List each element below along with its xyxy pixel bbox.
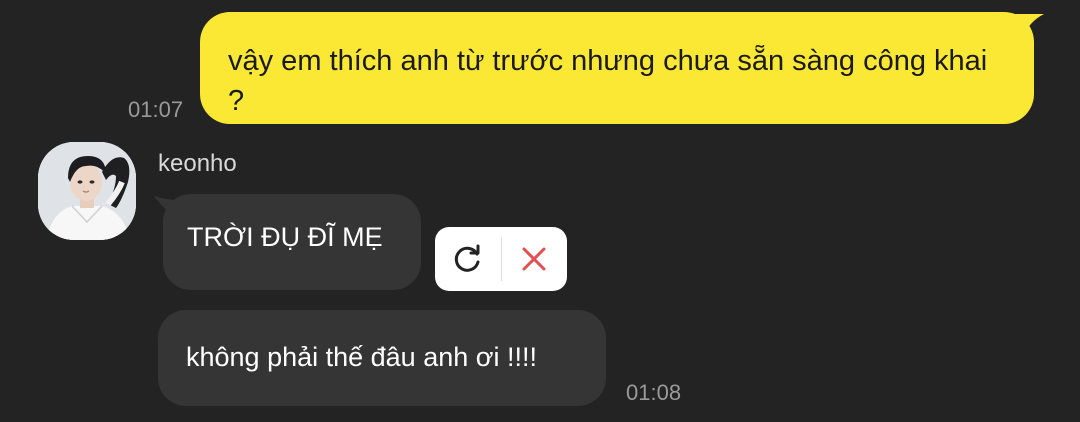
incoming-message-bubble[interactable]: TRỜI ĐỤ ĐĨ MẸ bbox=[163, 194, 421, 290]
sender-avatar[interactable] bbox=[38, 142, 136, 240]
outgoing-timestamp: 01:07 bbox=[128, 97, 184, 122]
outgoing-message-text: vậy em thích anh từ trước nhưng chưa sẵn… bbox=[228, 45, 988, 117]
incoming-message-bubble[interactable]: không phải thế đâu anh ơi !!!! bbox=[158, 310, 606, 406]
close-icon bbox=[522, 247, 546, 271]
incoming-message-text: TRỜI ĐỤ ĐĨ MẸ bbox=[187, 222, 383, 252]
incoming-timestamp: 01:08 bbox=[626, 380, 682, 405]
retry-send-button[interactable] bbox=[435, 227, 501, 291]
outgoing-message-bubble[interactable]: vậy em thích anh từ trước nhưng chưa sẵn… bbox=[200, 12, 1034, 124]
sender-name: keonho bbox=[158, 150, 237, 177]
incoming-message-text: không phải thế đâu anh ơi !!!! bbox=[186, 342, 537, 372]
retry-icon bbox=[454, 244, 480, 272]
delete-message-button[interactable] bbox=[502, 227, 568, 291]
chat-screen: 01:07 vậy em thích anh từ trước nhưng ch… bbox=[0, 0, 1080, 422]
avatar-photo-icon bbox=[38, 142, 136, 240]
failed-message-actions bbox=[435, 227, 567, 291]
